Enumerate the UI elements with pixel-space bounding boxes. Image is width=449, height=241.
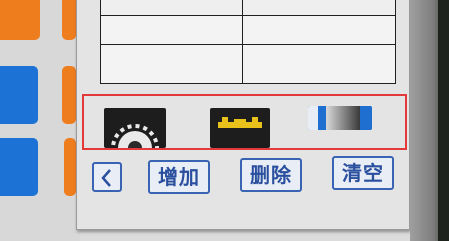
delete-button[interactable]: 删除 xyxy=(240,158,302,192)
left-tile-blue-middle[interactable] xyxy=(0,66,38,124)
table-cell[interactable] xyxy=(242,15,396,45)
table-cell[interactable] xyxy=(100,15,243,45)
left-tile-orange-edge-1[interactable] xyxy=(62,0,76,40)
selection-outline xyxy=(82,94,407,150)
add-button[interactable]: 增加 xyxy=(148,160,210,194)
right-frame-highlight xyxy=(438,0,449,241)
table-cell[interactable] xyxy=(242,0,396,16)
back-button[interactable] xyxy=(92,162,122,192)
left-tile-orange-top[interactable] xyxy=(0,0,40,40)
clear-button[interactable]: 清空 xyxy=(332,156,394,190)
table-cell[interactable] xyxy=(100,44,243,84)
table-cell[interactable] xyxy=(242,44,396,84)
chevron-left-icon xyxy=(101,169,111,187)
left-tile-orange-edge-3[interactable] xyxy=(64,138,76,196)
left-tile-blue-bottom[interactable] xyxy=(0,138,38,196)
data-table xyxy=(100,0,396,84)
left-tile-orange-edge-2[interactable] xyxy=(62,66,76,124)
table-cell[interactable] xyxy=(100,0,243,16)
